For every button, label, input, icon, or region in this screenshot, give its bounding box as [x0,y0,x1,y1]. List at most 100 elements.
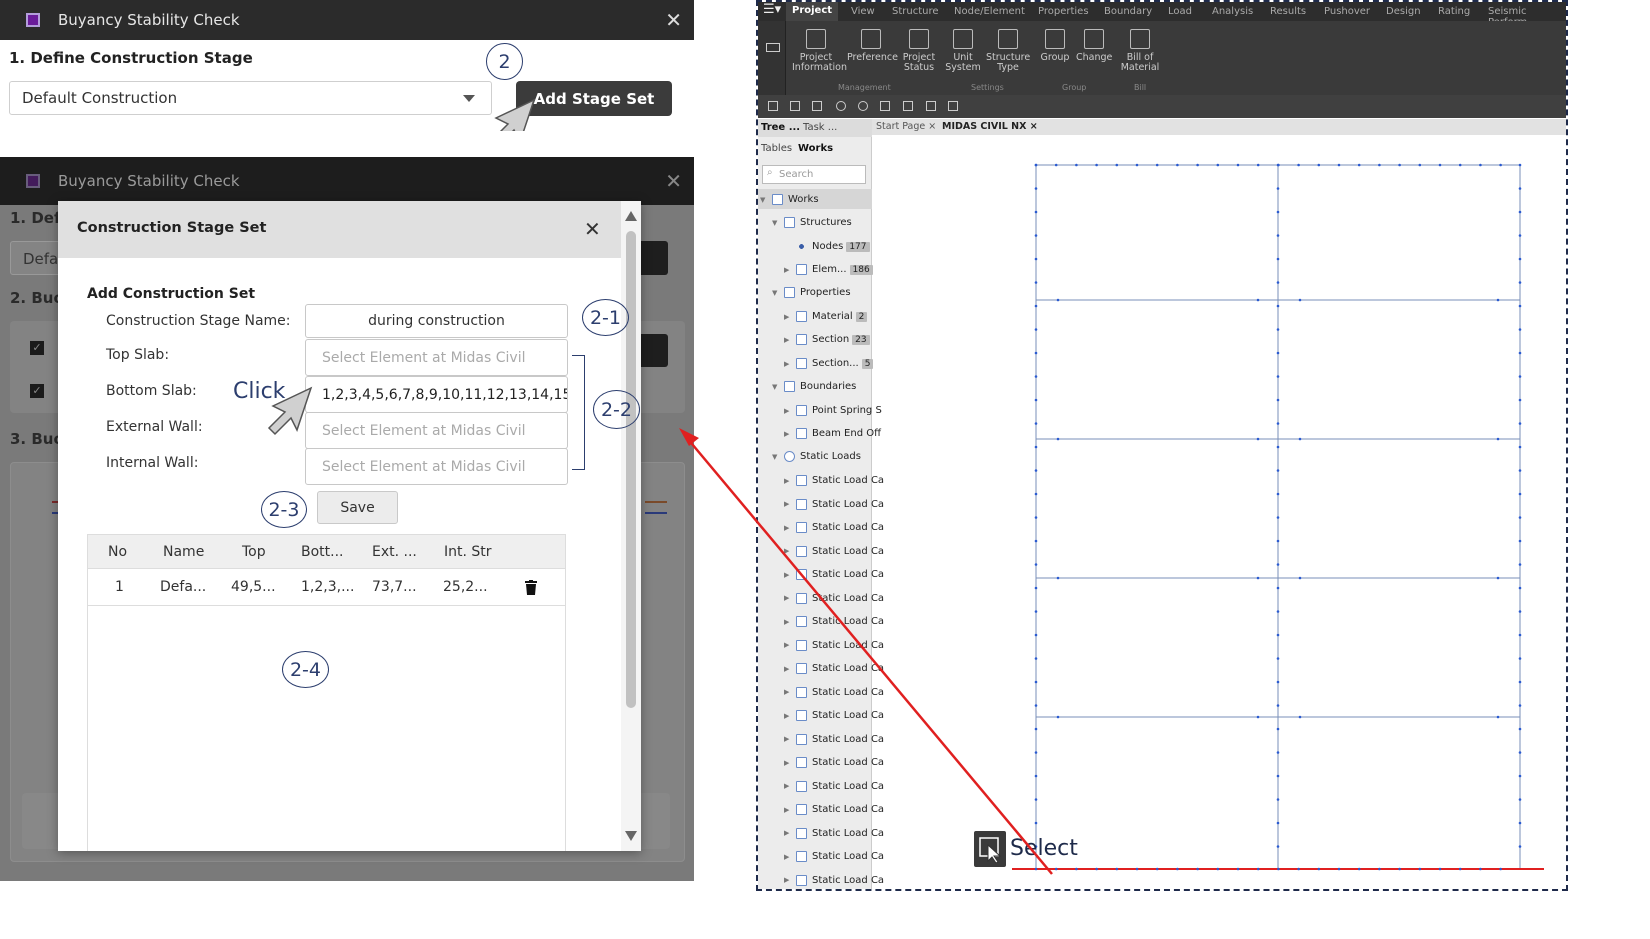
model-node[interactable] [1518,657,1522,660]
model-node[interactable] [1034,680,1038,684]
model-node[interactable] [1518,351,1522,355]
model-node[interactable] [1155,163,1159,167]
model-node[interactable] [1034,657,1038,660]
tab-midas-civil[interactable]: MIDAS CIVIL NX × [942,121,1038,132]
tree-nodes[interactable]: Nodes 177 [784,241,870,252]
model-node[interactable] [1518,821,1522,825]
model-node[interactable] [1276,304,1280,308]
model-node[interactable] [1034,328,1038,331]
model-node[interactable] [1518,774,1522,778]
model-node[interactable] [1458,163,1462,167]
model-node[interactable] [1518,210,1522,214]
model-node[interactable] [1276,845,1280,848]
model-node[interactable] [1034,187,1038,190]
hamburger-icon[interactable]: ☰▾ [763,2,781,17]
model-node[interactable] [1276,516,1280,519]
model-node[interactable] [1479,163,1482,167]
stage-select[interactable]: Default Construction [9,81,492,115]
model-node[interactable] [1034,163,1038,167]
model-node[interactable] [1518,469,1522,472]
model-node[interactable] [1518,539,1522,543]
search-input[interactable]: ⌕ Search [762,165,866,184]
menu-tab-results[interactable]: Results [1270,6,1306,17]
unit-system-button[interactable]: Unit System [944,29,982,73]
model-node[interactable] [1256,867,1260,871]
model-node[interactable] [1276,563,1280,566]
model-node[interactable] [1056,715,1060,719]
model-node[interactable] [1276,398,1280,402]
model-node[interactable] [1034,798,1038,801]
model-node[interactable] [1034,375,1038,378]
model-node[interactable] [1115,163,1119,167]
model-node[interactable] [1034,469,1038,472]
menu-tab-rating[interactable]: Rating [1438,6,1470,17]
model-node[interactable] [1034,210,1038,214]
model-node[interactable] [1438,163,1442,167]
model-node[interactable] [1317,867,1321,871]
model-node[interactable] [1276,680,1280,684]
change-button[interactable]: Change [1076,29,1112,63]
tree-static-loads[interactable]: ▼ Static Loads [772,451,861,462]
menu-tab-view[interactable]: View [851,6,875,17]
model-node[interactable] [1054,163,1058,167]
tree-properties[interactable]: ▼ Properties [772,287,851,298]
external-wall-input[interactable]: Select Element at Midas Civil [305,412,568,449]
model-node[interactable] [1034,563,1038,566]
model-node[interactable] [1337,867,1341,871]
close-icon[interactable]: × [928,121,936,132]
tree-boundaries[interactable]: ▼ Boundaries [772,381,856,392]
model-node[interactable] [1196,867,1199,871]
model-node[interactable] [1276,539,1280,543]
tree-static-load-case[interactable]: ▶ Static Load Ca [784,592,884,604]
model-node[interactable] [1034,398,1038,402]
model-node[interactable] [1276,445,1280,449]
model-node[interactable] [1256,715,1260,719]
model-node[interactable] [1496,437,1500,441]
model-node[interactable] [1276,727,1280,731]
model-node[interactable] [1518,516,1522,519]
model-node[interactable] [1499,867,1502,871]
select-tool[interactable] [974,831,1006,867]
model-node[interactable] [1135,163,1139,167]
model-node[interactable] [1276,257,1280,261]
tree-static-load-case[interactable]: ▶ Static Load Ca [784,569,884,580]
tree-static-load-case[interactable]: ▶ Static Load Ca [784,757,884,768]
model-node[interactable] [1034,234,1038,237]
stage-name-input[interactable]: during construction [305,304,568,338]
model-node[interactable] [1075,867,1078,871]
model-node[interactable] [1518,281,1522,284]
menu-tab-analysis[interactable]: Analysis [1212,6,1253,17]
menu-tab-project[interactable]: Project [786,2,839,21]
model-node[interactable] [1034,539,1038,543]
model-node[interactable] [1276,328,1280,331]
scroll-down-icon[interactable] [625,831,637,841]
model-node[interactable] [1034,633,1038,637]
model-node[interactable] [1034,751,1038,754]
tree-static-load-case[interactable]: ▶ Static Load Ca [784,616,884,627]
tree-static-load-case[interactable]: ▶ Static Load Ca [784,827,884,839]
model-node[interactable] [1398,163,1401,167]
tab-task[interactable]: Task ... [803,122,837,133]
model-node[interactable] [1418,867,1422,871]
model-node[interactable] [1075,163,1078,167]
model-node[interactable] [1518,445,1522,449]
model-node[interactable] [1518,304,1522,308]
model-node[interactable] [1518,257,1522,261]
menu-tab-properties[interactable]: Properties [1038,6,1089,17]
model-node[interactable] [1276,586,1280,590]
tree-static-load-case[interactable]: ▶ Static Load Ca [784,498,884,510]
model-node[interactable] [1236,867,1240,871]
model-node[interactable] [1155,867,1159,871]
model-node[interactable] [1256,298,1260,302]
model-node[interactable] [1276,774,1280,778]
internal-wall-input[interactable]: Select Element at Midas Civil [305,448,568,485]
model-node[interactable] [1518,375,1522,378]
model-node[interactable] [1518,398,1522,402]
model-node[interactable] [1176,867,1179,871]
group-button[interactable]: Group [1038,29,1072,63]
model-node[interactable] [1256,437,1260,441]
model-node[interactable] [1216,867,1220,871]
tree-static-load-case[interactable]: ▶ Static Load Ca [784,522,884,533]
menu-tab-load[interactable]: Load [1168,6,1192,17]
model-node[interactable] [1518,586,1522,590]
